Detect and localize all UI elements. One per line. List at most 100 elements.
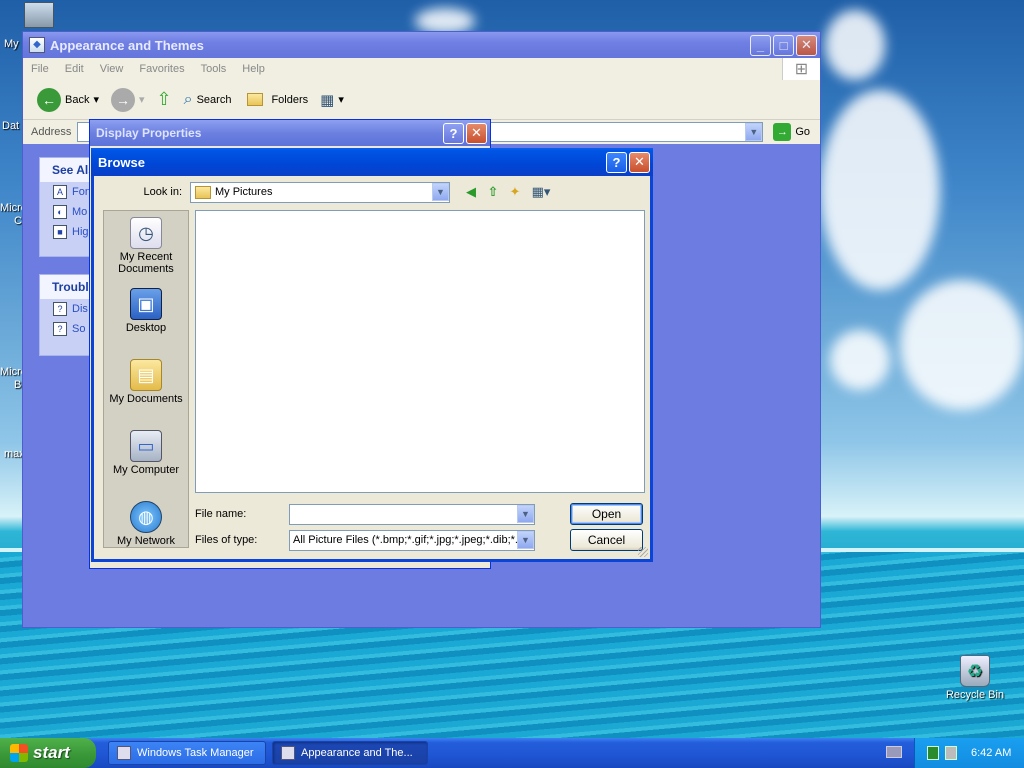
look-in-row: Look in: My Pictures ▼ ◀ ⇧ ✦ ▦▾: [94, 179, 650, 205]
file-name-input[interactable]: ▼: [289, 503, 535, 525]
system-tray: 6:42 AM: [914, 738, 1024, 768]
views-button[interactable]: ▦ ▾: [316, 89, 348, 111]
file-list[interactable]: [195, 210, 645, 493]
menu-edit[interactable]: Edit: [65, 63, 84, 75]
place-label: My Computer: [112, 464, 180, 476]
new-folder-icon[interactable]: ✦: [506, 183, 524, 201]
task-label: Windows Task Manager: [137, 747, 254, 759]
chevron-down-icon[interactable]: ▼: [517, 531, 534, 549]
safely-remove-icon[interactable]: [945, 746, 957, 760]
search-button[interactable]: ⌕ Search: [180, 89, 236, 111]
high-contrast-icon: ■: [53, 225, 67, 239]
place-my-network[interactable]: ◍ My Network: [104, 495, 188, 547]
my-pictures-folder-icon: [195, 185, 211, 199]
help-icon: ?: [53, 322, 67, 336]
my-computer-icon: ▭: [130, 430, 162, 462]
task-label: Appearance and The...: [301, 747, 413, 759]
recent-documents-icon: ◷: [130, 217, 162, 249]
browse-titlebar[interactable]: Browse ? ✕: [91, 148, 653, 176]
views-icon: ▦: [320, 91, 335, 109]
up-folder-button[interactable]: ⇧: [153, 87, 176, 112]
chevron-down-icon[interactable]: ▼: [745, 123, 763, 141]
menu-file[interactable]: File: [31, 63, 49, 75]
look-in-value: My Pictures: [215, 186, 273, 198]
help-button[interactable]: ?: [443, 122, 464, 144]
explorer-titlebar[interactable]: ◆ Appearance and Themes _ □ ✕: [23, 32, 820, 58]
menu-help[interactable]: Help: [242, 63, 265, 75]
address-label: Address: [31, 126, 72, 138]
control-panel-icon: ◆: [29, 37, 45, 53]
start-label: start: [33, 743, 70, 762]
maximize-button[interactable]: □: [773, 34, 794, 56]
explorer-toolbar: ← Back ▾ → ▾ ⇧ ⌕ Search Folders ▦ ▾: [23, 80, 820, 120]
chevron-down-icon[interactable]: ▼: [432, 183, 449, 201]
desktop-icon-label: B: [14, 379, 22, 391]
my-network-icon: ◍: [130, 501, 162, 533]
desktop-icon-label: My: [4, 38, 19, 50]
chevron-down-icon: ▾: [93, 94, 99, 106]
taskbar: start Windows Task Manager Appearance an…: [0, 738, 1024, 768]
recycle-bin-icon: ♻: [960, 655, 990, 687]
place-desktop[interactable]: ▣ Desktop: [104, 282, 188, 353]
place-label: Desktop: [125, 322, 167, 334]
fonts-icon: A: [53, 185, 67, 199]
desktop-icon: ▣: [130, 288, 162, 320]
go-arrow-icon: →: [773, 123, 792, 141]
back-label: Back: [65, 93, 90, 106]
place-recent-documents[interactable]: ◷ My Recent Documents: [104, 211, 188, 282]
place-my-computer[interactable]: ▭ My Computer: [104, 424, 188, 495]
view-menu-icon[interactable]: ▦▾: [528, 183, 554, 201]
back-arrow-icon[interactable]: ◀: [462, 183, 480, 201]
browse-title: Browse: [98, 154, 145, 170]
menu-view[interactable]: View: [100, 63, 124, 75]
menu-favorites[interactable]: Favorites: [139, 63, 184, 75]
place-label: My Network: [116, 535, 176, 547]
my-computer-desktop-icon[interactable]: [24, 2, 54, 28]
forward-button[interactable]: → ▾: [107, 86, 149, 114]
folders-button[interactable]: Folders: [239, 91, 312, 108]
back-button[interactable]: ← Back ▾: [33, 86, 103, 114]
files-of-type-value: All Picture Files (*.bmp;*.gif;*.jpg;*.j…: [293, 534, 517, 546]
see-also-label: Hig: [72, 226, 89, 238]
task-button-appearance[interactable]: Appearance and The...: [272, 741, 428, 765]
go-button[interactable]: → Go: [773, 123, 820, 141]
look-in-label: Look in:: [143, 186, 182, 198]
place-label: My Recent Documents: [118, 251, 174, 275]
help-button[interactable]: ?: [606, 151, 627, 173]
my-documents-icon: ▤: [130, 359, 162, 391]
files-of-type-select[interactable]: All Picture Files (*.bmp;*.gif;*.jpg;*.j…: [289, 529, 535, 551]
cloud: [820, 90, 940, 290]
display-properties-titlebar[interactable]: Display Properties ? ✕: [90, 120, 490, 146]
minimize-button[interactable]: _: [750, 34, 771, 56]
start-button[interactable]: start: [0, 738, 96, 768]
close-button[interactable]: ✕: [796, 34, 817, 56]
cancel-button[interactable]: Cancel: [570, 529, 643, 551]
desktop-icon-label: Dat: [2, 120, 20, 132]
folders-label: Folders: [271, 93, 309, 106]
troubleshooter-label: So: [72, 323, 86, 335]
look-in-select[interactable]: My Pictures ▼: [190, 181, 450, 203]
close-button[interactable]: ✕: [466, 122, 487, 144]
recycle-bin-label: Recycle Bin: [945, 689, 1005, 701]
chevron-down-icon[interactable]: ▼: [517, 505, 534, 523]
task-manager-icon: [117, 746, 131, 760]
up-folder-icon[interactable]: ⇧: [484, 183, 502, 201]
desktop-icon-label: C: [14, 215, 22, 227]
recycle-bin[interactable]: ♻ Recycle Bin: [940, 655, 1010, 701]
task-button-task-manager[interactable]: Windows Task Manager: [108, 741, 266, 765]
clock: 6:42 AM: [971, 747, 1012, 759]
resize-grip[interactable]: [638, 547, 648, 557]
menu-tools[interactable]: Tools: [201, 63, 227, 75]
files-of-type-label: Files of type:: [195, 534, 258, 546]
place-my-documents[interactable]: ▤ My Documents: [104, 353, 188, 424]
troubleshooter-label: Dis: [72, 303, 88, 315]
search-label: Search: [196, 93, 232, 106]
task-manager-tray-icon[interactable]: [927, 746, 939, 760]
menubar: File Edit View Favorites Tools Help ⊞: [23, 58, 820, 80]
forward-arrow-icon: →: [111, 87, 135, 112]
keyboard-icon[interactable]: [886, 746, 902, 758]
see-also-label: Mo: [72, 206, 88, 218]
open-button[interactable]: Open: [570, 503, 643, 525]
cloud: [825, 10, 885, 80]
close-button[interactable]: ✕: [629, 151, 650, 173]
